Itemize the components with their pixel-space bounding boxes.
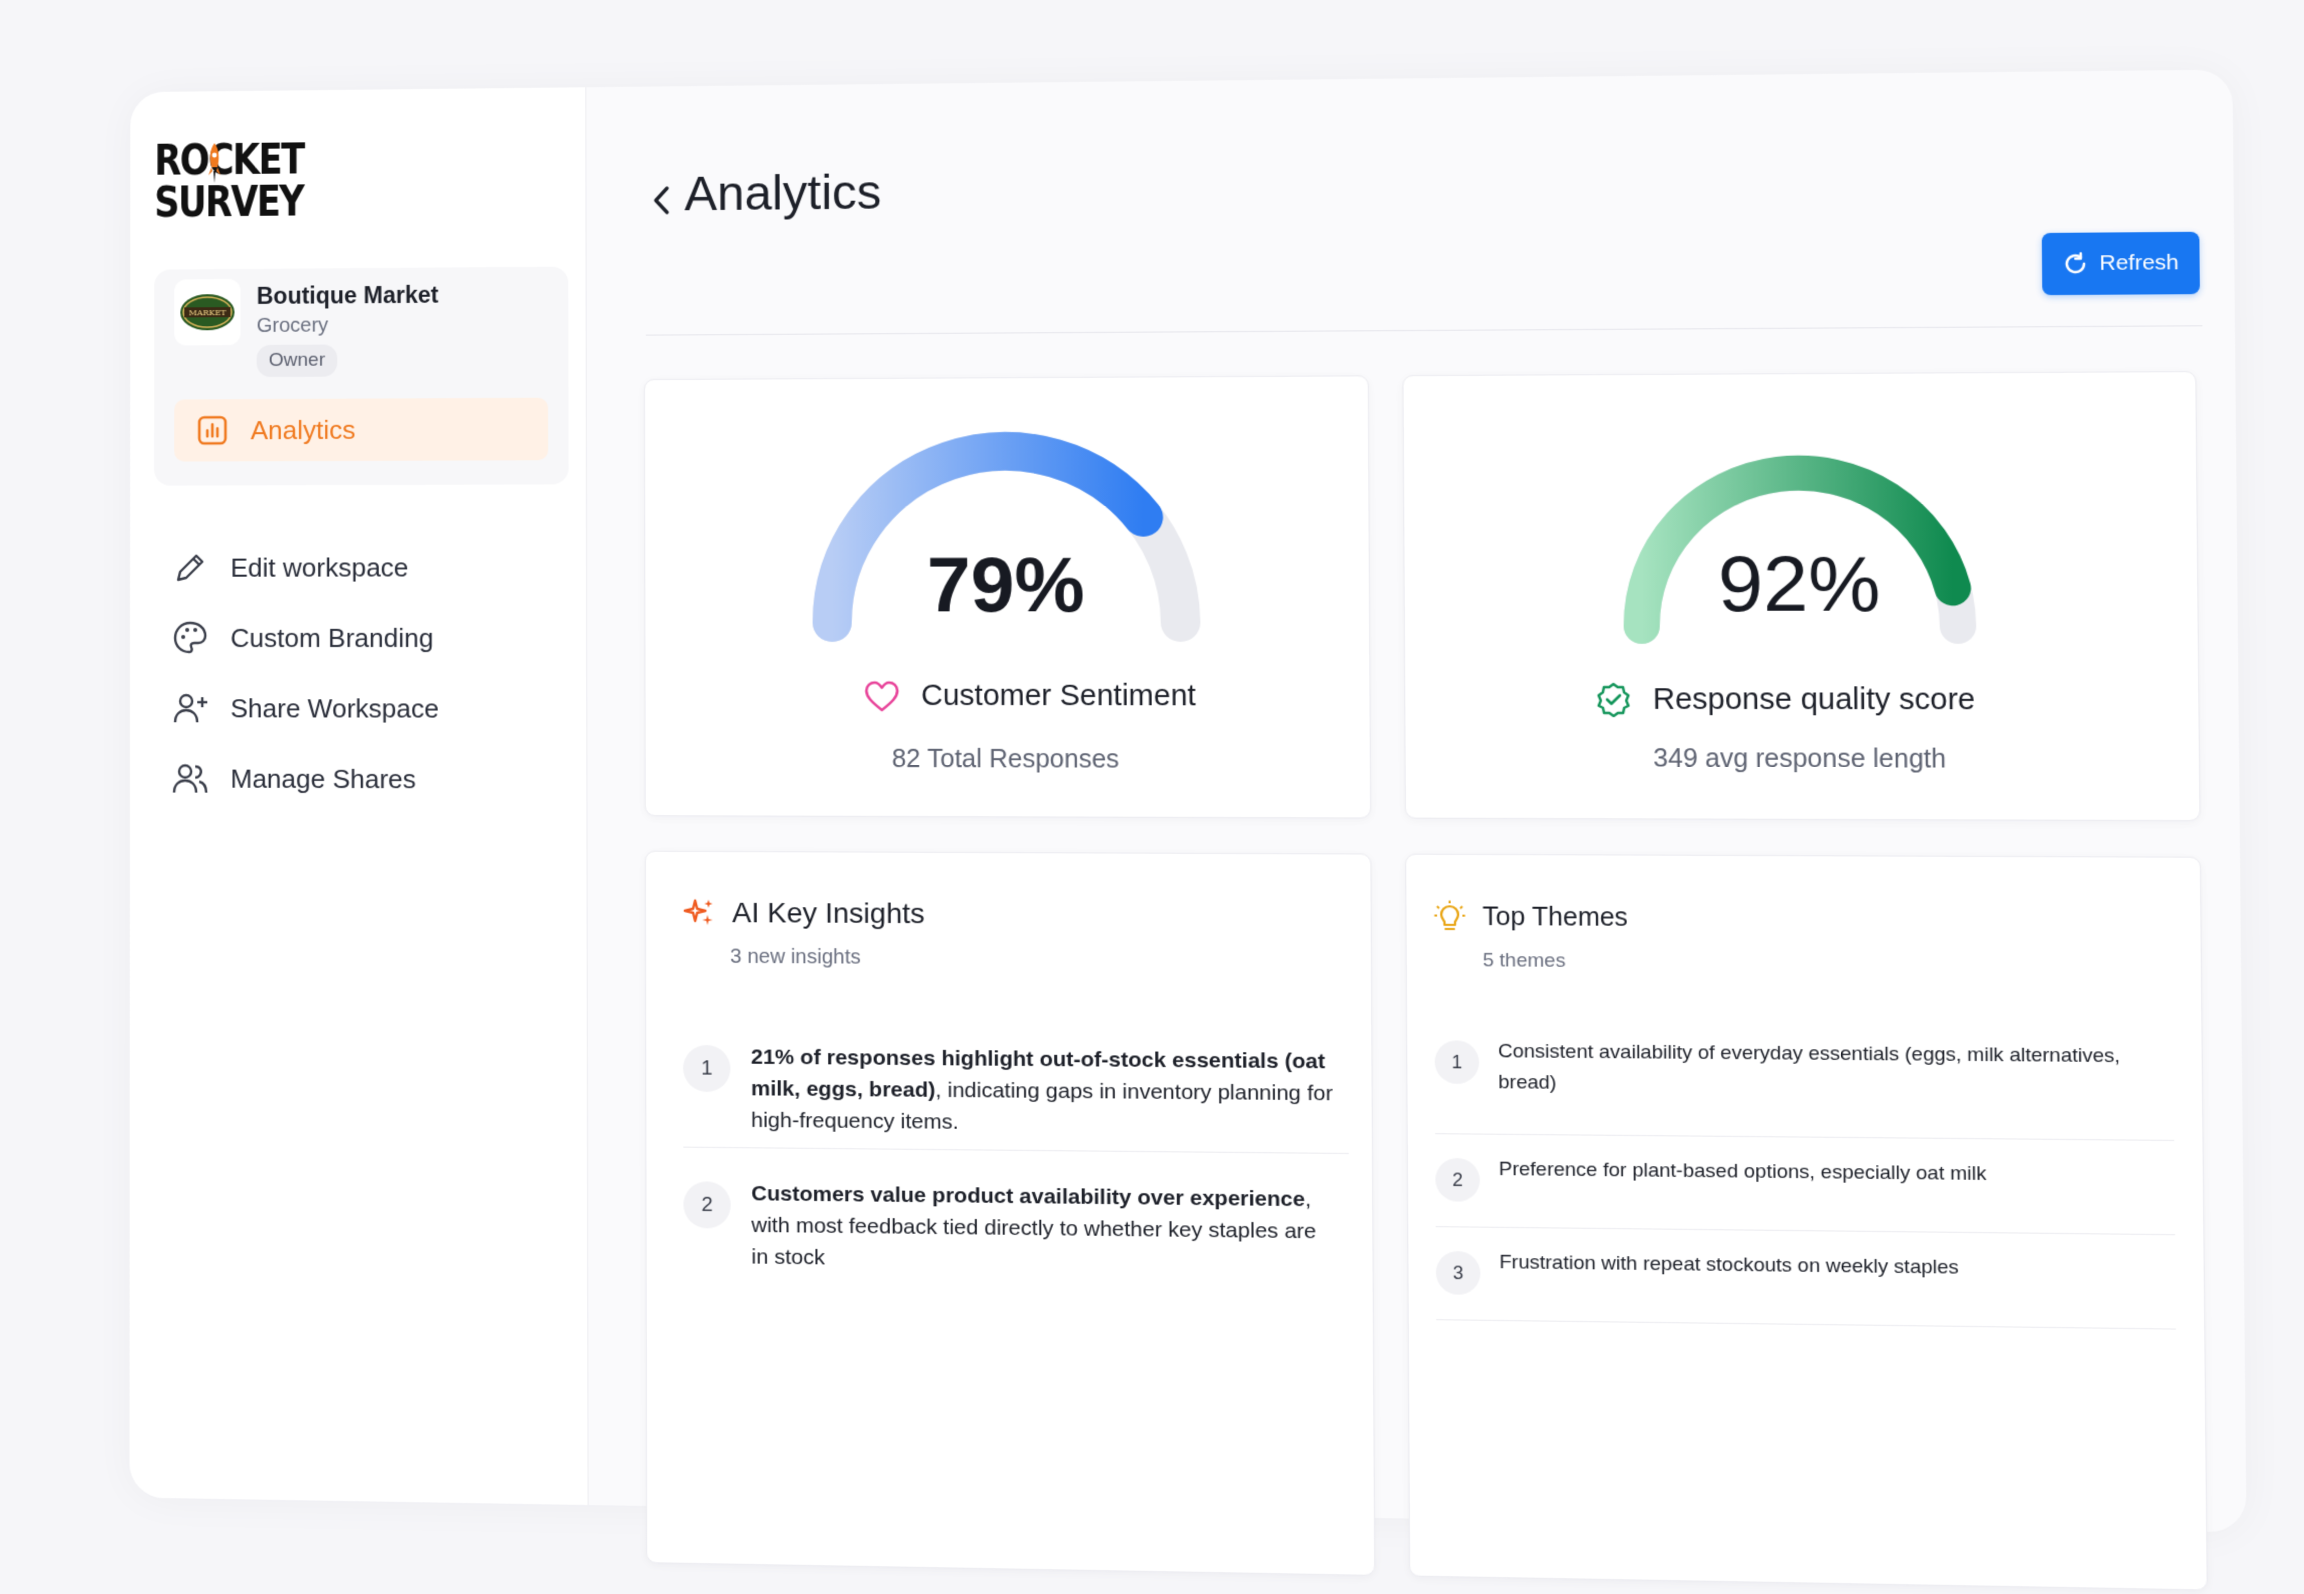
sidebar-item-label: Analytics [251,414,356,446]
header-divider [646,325,2203,335]
list-item: 1 21% of responses highlight out-of-stoc… [683,1041,1348,1046]
brand-line-2: SURVEY [154,181,269,224]
themes-title: Top Themes [1482,902,1628,933]
sidebar-item-label: Custom Branding [230,622,433,653]
item-number: 1 [1435,1040,1480,1084]
insight-text: Customers value product availability ove… [751,1178,1334,1280]
refresh-icon [2063,251,2089,276]
insight-text: 21% of responses highlight out-of-stock … [751,1041,1334,1141]
refresh-label: Refresh [2099,251,2179,276]
sentiment-value: 79% [850,541,1161,630]
heart-icon [863,680,900,713]
market-logo-icon: MARKET [174,279,240,345]
row-divider [683,1147,1348,1154]
list-item: 2 Customers value product availability o… [683,1177,1349,1184]
insights-subtitle: 3 new insights [730,946,861,970]
sentiment-subtext: 82 Total Responses [646,744,1370,775]
sparkles-icon [683,896,716,929]
theme-text: Frustration with repeat stockouts on wee… [1499,1248,2154,1287]
insights-header: AI Key Insights [683,896,925,930]
role-badge: Owner [257,345,338,378]
item-number: 2 [1435,1158,1480,1202]
item-number: 2 [683,1181,730,1228]
sidebar-item-label: Manage Shares [230,763,416,795]
sidebar-item-label: Edit workspace [230,552,408,583]
themes-header: Top Themes [1434,900,1628,934]
refresh-button[interactable]: Refresh [2042,232,2200,295]
bar-chart-icon [196,414,228,446]
list-item: 1 Consistent availability of everyday es… [1435,1036,2174,1041]
themes-card: Top Themes 5 themes 1 Consistent availab… [1405,854,2208,1591]
row-divider [1436,1319,2176,1329]
theme-text: Preference for plant-based options, espe… [1499,1154,2153,1192]
list-item: 3 Frustration with repeat stockouts on w… [1436,1247,2175,1255]
sentiment-gauge [645,376,1372,684]
item-number: 3 [1436,1251,1481,1295]
workspace-type: Grocery [257,314,329,338]
sidebar-item-manage-shares[interactable]: Manage Shares [170,754,416,803]
quality-gauge [1403,372,2200,684]
sidebar-item-custom-branding[interactable]: Custom Branding [170,614,433,662]
pencil-icon [170,548,210,588]
lightbulb-icon [1434,900,1466,933]
insights-card: AI Key Insights 3 new insights 1 21% of … [645,851,1375,1576]
user-plus-icon [170,688,210,728]
row-divider [1435,1133,2174,1141]
insights-title: AI Key Insights [732,897,925,931]
sidebar-item-share-workspace[interactable]: Share Workspace [170,684,439,733]
brand-logo[interactable]: ROCKET SURVEY [154,138,295,229]
quality-label: Response quality score [1595,682,1975,718]
sentiment-card: 79% Customer Sentiment 82 Total Response… [644,375,1371,818]
theme-text: Consistent availability of everyday esse… [1498,1037,2152,1105]
users-icon [170,758,210,798]
insight-bold: Customers value product availability ove… [751,1182,1305,1211]
quality-value: 92% [1639,539,1960,629]
rocket-icon [204,141,224,185]
chevron-left-icon[interactable] [648,183,677,218]
sidebar-item-edit-workspace[interactable]: Edit workspace [170,543,408,592]
app-window: ROCKET SURVEY MARKET Boutique Market Gro… [130,70,2247,1533]
palette-icon [170,618,210,658]
market-logo-text: MARKET [189,309,227,318]
quality-label-text: Response quality score [1653,683,1976,717]
sidebar-item-label: Share Workspace [230,693,438,724]
workspace-card[interactable]: MARKET Boutique Market Grocery Owner Ana… [154,267,568,486]
row-divider [1436,1226,2175,1235]
sentiment-label-text: Customer Sentiment [921,680,1196,714]
verified-badge-icon [1595,682,1631,717]
sentiment-label: Customer Sentiment [863,680,1196,714]
item-number: 1 [683,1045,730,1092]
sidebar: ROCKET SURVEY MARKET Boutique Market Gro… [130,87,589,1505]
quality-subtext: 349 avg response length [1406,744,2200,776]
workspace-name: Boutique Market [257,282,439,310]
workspace-logo: MARKET [174,279,240,345]
quality-card: 92% Response quality score 349 avg respo… [1402,371,2200,821]
sidebar-item-analytics[interactable]: Analytics [174,398,548,462]
list-item: 2 Preference for plant-based options, es… [1435,1154,2174,1161]
page-title: Analytics [684,165,881,222]
themes-subtitle: 5 themes [1483,950,1566,973]
